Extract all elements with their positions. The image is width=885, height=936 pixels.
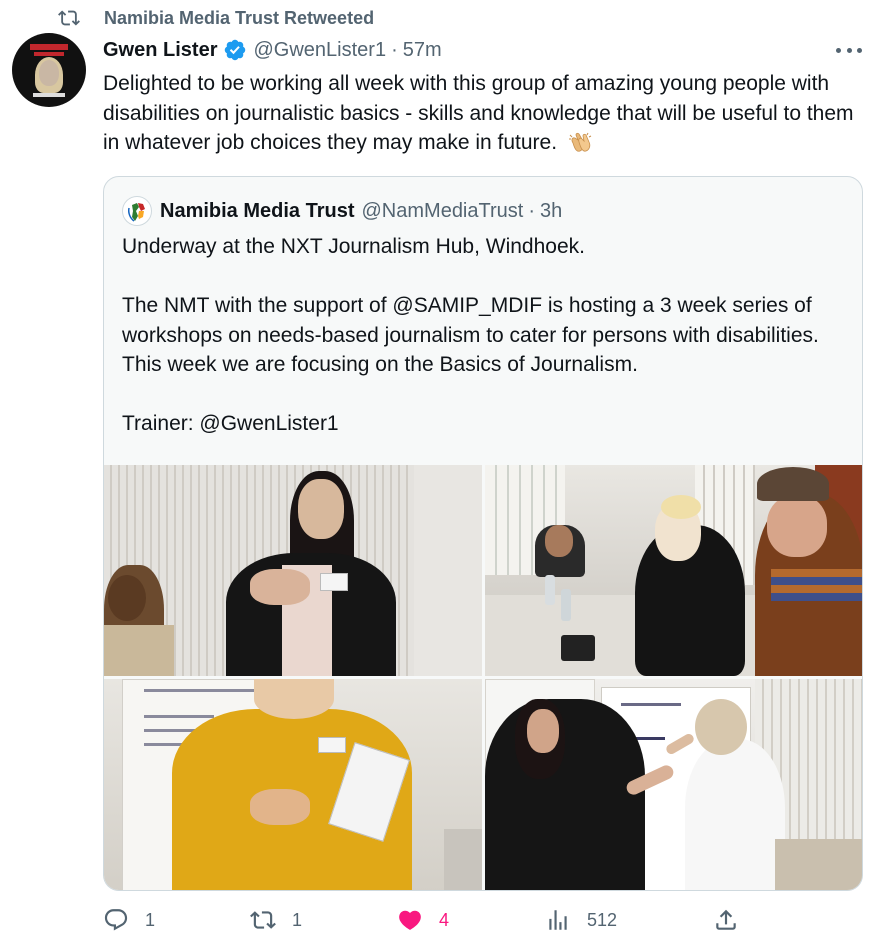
tweet-timestamp[interactable]: 57m [403, 39, 442, 62]
more-icon-dot [846, 47, 852, 53]
like-count: 4 [439, 909, 450, 930]
views-button[interactable]: 512 [545, 905, 617, 935]
heart-icon [399, 910, 421, 930]
quote-author-name[interactable]: Namibia Media Trust [160, 200, 355, 223]
author-handle[interactable]: @GwenLister1 [253, 39, 386, 62]
quote-paragraph [122, 262, 852, 292]
author-name[interactable]: Gwen Lister [103, 39, 217, 62]
retweet-count: 1 [292, 909, 303, 930]
media-grid [104, 465, 862, 890]
quote-paragraph: Trainer: @GwenLister1 [122, 412, 339, 435]
retweet-icon [58, 10, 80, 26]
quote-header: Namibia Media Trust @NamMediaTrust · 3h [122, 196, 562, 226]
more-options-button[interactable] [836, 40, 862, 60]
quote-author-handle[interactable]: @NamMediaTrust [362, 200, 524, 223]
retweet-button[interactable]: 1 [250, 905, 302, 935]
more-icon-dot [836, 47, 841, 53]
quoted-tweet[interactable]: Namibia Media Trust @NamMediaTrust · 3h … [103, 176, 863, 891]
views-count: 512 [587, 909, 618, 930]
clapping-hands-emoji-icon [568, 132, 592, 152]
verified-badge-icon[interactable] [223, 38, 247, 62]
share-icon [716, 909, 736, 930]
tweet-header: Gwen Lister @GwenLister1 · 57m [103, 36, 442, 64]
header-separator: · [391, 38, 398, 61]
tweet-actions: 1 1 4 512 [103, 905, 863, 935]
quote-author-avatar [122, 196, 152, 226]
retweet-context[interactable]: Namibia Media Trust Retweeted [58, 6, 374, 30]
reply-count: 1 [145, 909, 156, 930]
retweet-icon [250, 911, 276, 929]
avatar-cover-title-2 [34, 52, 64, 56]
media-photo-3[interactable] [104, 679, 482, 890]
quote-separator: · [528, 199, 535, 222]
media-photo-1[interactable] [104, 465, 482, 676]
media-photo-4[interactable] [485, 679, 862, 890]
media-photo-2[interactable] [485, 465, 862, 676]
tweet-body: Delighted to be working all week with th… [103, 72, 854, 154]
retweet-label: Namibia Media Trust Retweeted [104, 7, 375, 28]
quote-timestamp[interactable]: 3h [540, 200, 562, 223]
more-icon-dot [857, 47, 862, 53]
quote-text: Underway at the NXT Journalism Hub, Wind… [122, 232, 852, 439]
quote-paragraph: The NMT with the support of @SAMIP_MDIF … [122, 294, 819, 376]
avatar-cover-subtitle [33, 93, 65, 97]
namibia-media-trust-logo-icon [128, 203, 145, 222]
quote-paragraph: Underway at the NXT Journalism Hub, Wind… [122, 235, 585, 258]
avatar-cover-title [30, 44, 68, 50]
tweet-text: Delighted to be working all week with th… [103, 69, 873, 158]
reply-button[interactable]: 1 [103, 905, 155, 935]
views-icon [549, 910, 567, 930]
share-button[interactable] [713, 905, 739, 935]
quote-paragraph [122, 380, 852, 410]
reply-icon [104, 909, 128, 931]
author-avatar[interactable] [12, 33, 86, 107]
avatar-face [39, 60, 59, 86]
like-button[interactable]: 4 [397, 905, 449, 935]
